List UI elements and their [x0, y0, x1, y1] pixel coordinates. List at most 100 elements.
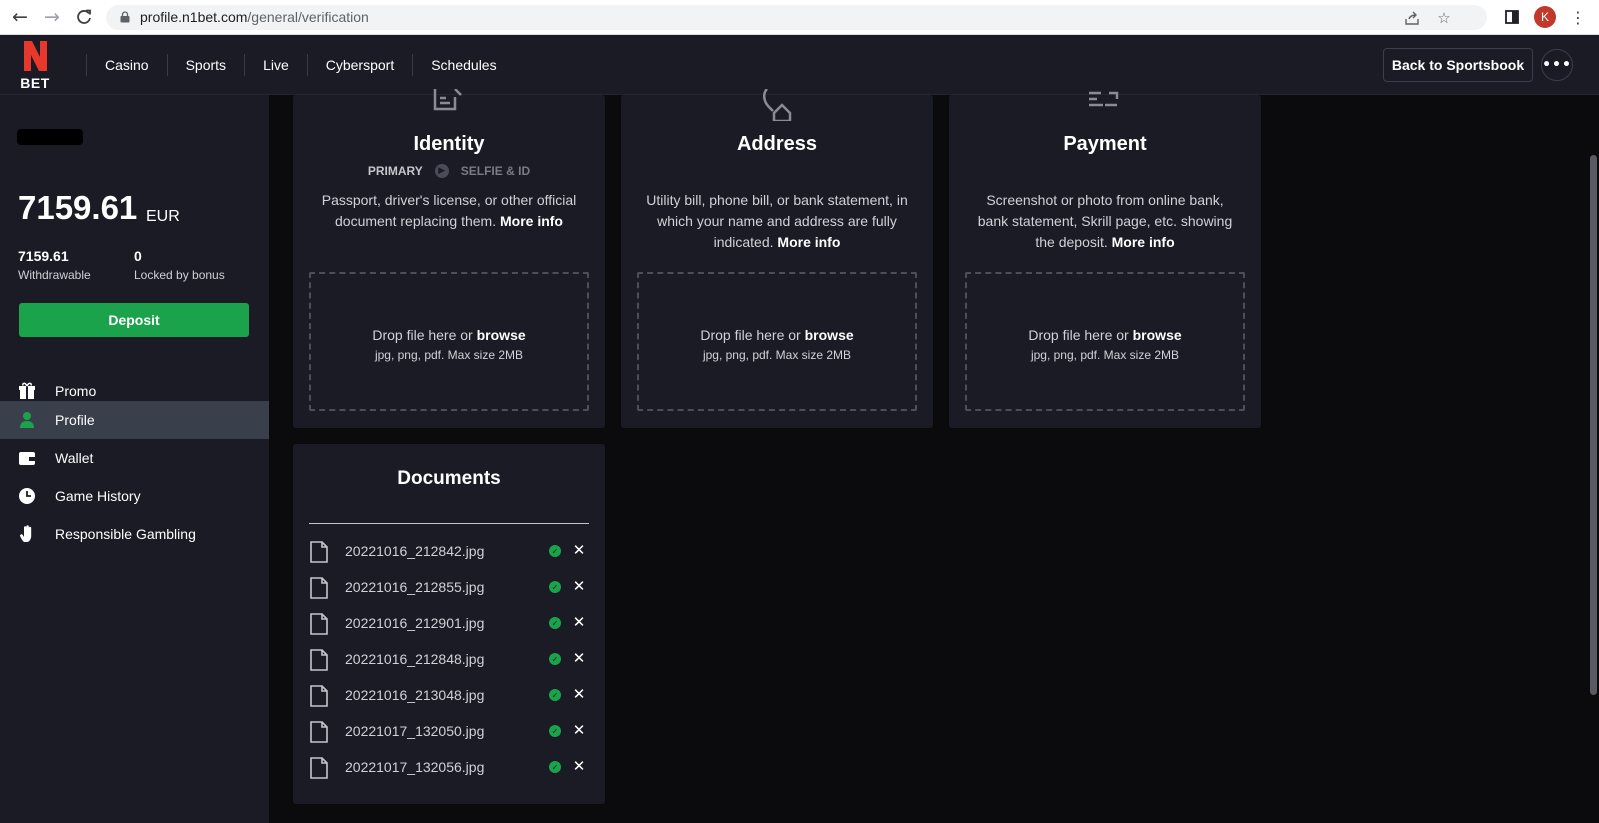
file-icon: [310, 649, 328, 671]
browser-toolbar: ← → profile.n1bet.com/general/verificati…: [0, 0, 1599, 35]
documents-title: Documents: [397, 468, 501, 489]
verified-check-icon: ✓: [549, 545, 561, 557]
sidebar-item-game-history[interactable]: Game History: [0, 477, 269, 515]
n1bet-logo[interactable]: BET: [14, 39, 56, 91]
file-icon: [310, 757, 328, 779]
identity-more-info-link[interactable]: More info: [500, 213, 563, 229]
drop-zone-hint: jpg, png, pdf. Max size 2MB: [374, 348, 524, 362]
wallet-icon: [18, 449, 36, 467]
gift-icon: [18, 382, 36, 400]
address-more-info-link[interactable]: More info: [777, 234, 840, 250]
user-icon: [18, 411, 36, 429]
logo-text: BET: [20, 75, 50, 91]
drop-zone-hint: jpg, png, pdf. Max size 2MB: [702, 348, 852, 362]
redacted-username: [17, 129, 83, 145]
chevron-right-icon: ▶: [434, 164, 449, 178]
nav-divider: [166, 54, 168, 76]
delete-icon[interactable]: ✕: [569, 540, 589, 560]
document-filename[interactable]: 20221017_132050.jpg: [345, 723, 484, 739]
list-item: 20221016_213048.jpg ✓ ✕: [309, 677, 589, 713]
verified-check-icon: ✓: [549, 689, 561, 701]
site-header: BET Casino Sports Live Cybersport Schedu…: [0, 35, 1599, 95]
share-icon[interactable]: [1402, 8, 1422, 28]
document-filename[interactable]: 20221017_132056.jpg: [345, 759, 484, 775]
drop-zone-text: Drop file here or browse: [700, 327, 854, 343]
delete-icon[interactable]: ✕: [569, 576, 589, 596]
list-item: 20221016_212855.jpg ✓ ✕: [309, 569, 589, 605]
avatar[interactable]: K: [1534, 6, 1556, 28]
address-bar[interactable]: profile.n1bet.com/general/verification ☆: [106, 5, 1487, 30]
verified-check-icon: ✓: [549, 581, 561, 593]
kebab-menu-icon[interactable]: ⋮: [1566, 5, 1590, 29]
address-drop-zone[interactable]: Drop file here or browse jpg, png, pdf. …: [637, 272, 917, 411]
delete-icon[interactable]: ✕: [569, 684, 589, 704]
sidepanel-icon[interactable]: [1500, 5, 1524, 29]
document-filename[interactable]: 20221016_212901.jpg: [345, 615, 484, 631]
deposit-button[interactable]: Deposit: [19, 303, 249, 337]
sidebar-item-label: Responsible Gambling: [55, 526, 196, 542]
document-filename[interactable]: 20221016_212848.jpg: [345, 651, 484, 667]
url-text: profile.n1bet.com/general/verification: [140, 9, 369, 25]
payment-card: Payment Screenshot or photo from online …: [949, 91, 1261, 428]
step-selfie-id[interactable]: SELFIE & ID: [461, 164, 530, 178]
star-icon[interactable]: ☆: [1434, 8, 1454, 28]
sidebar-item-wallet[interactable]: Wallet: [0, 439, 269, 477]
document-filename[interactable]: 20221016_212842.jpg: [345, 543, 484, 559]
nav-divider: [86, 54, 87, 76]
delete-icon[interactable]: ✕: [569, 612, 589, 632]
document-filename[interactable]: 20221016_213048.jpg: [345, 687, 484, 703]
forward-arrow-icon[interactable]: →: [40, 5, 64, 29]
back-to-sportsbook-button[interactable]: Back to Sportsbook: [1383, 48, 1533, 82]
payment-more-info-link[interactable]: More info: [1112, 234, 1175, 250]
identity-drop-zone[interactable]: Drop file here or browse jpg, png, pdf. …: [309, 272, 589, 411]
step-primary[interactable]: PRIMARY: [368, 164, 423, 178]
lock-icon: [120, 11, 130, 23]
locked-bonus-label: Locked by bonus: [134, 268, 225, 282]
payment-browse-link[interactable]: browse: [1133, 327, 1182, 343]
sidebar-item-profile[interactable]: Profile: [0, 401, 269, 439]
delete-icon[interactable]: ✕: [569, 648, 589, 668]
reload-icon[interactable]: [72, 5, 96, 29]
more-options-button[interactable]: •••: [1541, 49, 1573, 81]
sidebar-item-responsible-gambling[interactable]: Responsible Gambling: [0, 515, 269, 553]
nav-cybersport[interactable]: Cybersport: [326, 35, 394, 95]
nav-schedules[interactable]: Schedules: [431, 35, 496, 95]
nav-divider: [244, 54, 246, 76]
withdrawable-label: Withdrawable: [18, 268, 91, 282]
nav-sports[interactable]: Sports: [186, 35, 226, 95]
file-icon: [310, 541, 328, 563]
page-scrollbar[interactable]: [1590, 155, 1597, 695]
payment-title: Payment: [1063, 133, 1147, 155]
address-browse-link[interactable]: browse: [805, 327, 854, 343]
back-arrow-icon[interactable]: ←: [8, 5, 32, 29]
hand-icon: [18, 525, 36, 543]
nav-live[interactable]: Live: [263, 35, 289, 95]
verified-check-icon: ✓: [549, 725, 561, 737]
sidebar-item-label: Promo: [55, 383, 97, 399]
sidebar-item-label: Wallet: [55, 450, 94, 466]
list-item: 20221016_212842.jpg ✓ ✕: [309, 533, 589, 569]
identity-browse-link[interactable]: browse: [477, 327, 526, 343]
drop-zone-text: Drop file here or browse: [372, 327, 526, 343]
document-filename[interactable]: 20221016_212855.jpg: [345, 579, 484, 595]
address-home-icon: [763, 89, 792, 121]
clock-icon: [18, 487, 36, 505]
sidebar-item-label: Game History: [55, 488, 141, 504]
balance-amount: 7159.61: [18, 189, 138, 226]
payment-description: Screenshot or photo from online bank, ba…: [977, 192, 1233, 250]
withdrawable-value: 7159.61: [18, 248, 69, 264]
delete-icon[interactable]: ✕: [569, 720, 589, 740]
identity-steps: PRIMARY ▶ SELFIE & ID: [293, 164, 605, 178]
identity-description: Passport, driver's license, or other off…: [321, 192, 577, 229]
drop-zone-text: Drop file here or browse: [1028, 327, 1182, 343]
file-icon: [310, 577, 328, 599]
top-nav: Casino Sports Live Cybersport Schedules: [68, 35, 497, 95]
identity-document-icon: [433, 89, 462, 111]
payment-drop-zone[interactable]: Drop file here or browse jpg, png, pdf. …: [965, 272, 1245, 411]
verified-check-icon: ✓: [549, 617, 561, 629]
identity-card: Identity PRIMARY ▶ SELFIE & ID Passport,…: [293, 89, 605, 428]
nav-casino[interactable]: Casino: [105, 35, 149, 95]
documents-card: Documents 20221016_212842.jpg ✓ ✕ 20221016_…: [293, 444, 605, 804]
address-title: Address: [736, 133, 818, 155]
delete-icon[interactable]: ✕: [569, 756, 589, 776]
